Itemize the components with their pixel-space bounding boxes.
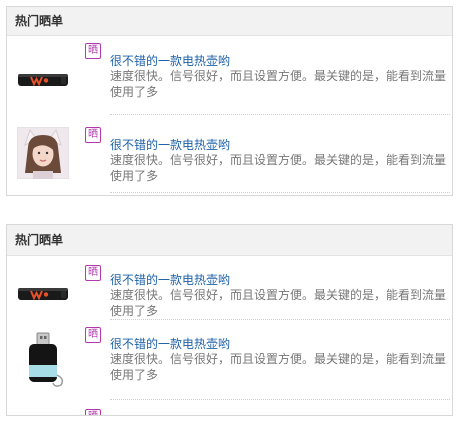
item-divider <box>110 192 450 193</box>
item-description: 速度很快。信号很好，而且设置方便。最关键的是，能看到流量使用了多 <box>110 352 447 382</box>
panel-title: 热门晒单 <box>7 225 452 256</box>
item-title-link[interactable]: 很不错的一款电热壶哟 <box>110 52 230 69</box>
list-item[interactable]: 晒 很不错的一款电热壶哟 速度很快。信号很好，而且设置方便。最关键的是，能看到流… <box>15 37 450 121</box>
usb-dongle-image <box>29 332 64 387</box>
showcase-badge: 晒 <box>85 265 101 281</box>
item-description: 速度很快。信号很好，而且设置方便。最关键的是，能看到流量使用了多 <box>110 153 447 183</box>
item-divider <box>110 319 450 320</box>
item-title-link[interactable]: 很不错的一款电热壶哟 <box>110 335 230 352</box>
item-title-link[interactable]: 很不错的一款电热壶哟 <box>110 136 230 153</box>
product-thumbnail-avatar[interactable] <box>16 126 70 180</box>
list-item[interactable]: 晒 很不错的一款电热壶哟 速度很快。信号很好，而且设置方便。最关键的是，能看到流… <box>15 321 450 405</box>
item-description: 速度很快。信号很好，而且设置方便。最关键的是，能看到流量使用了多 <box>110 69 447 99</box>
showcase-badge: 晒 <box>85 409 101 415</box>
list-item[interactable]: 晒 很不错的一款电热壶哟 速度很快。信号很好，而且设置方便。最关键的是，能看到流… <box>15 121 450 195</box>
panel-title: 热门晒单 <box>7 7 452 36</box>
item-description: 速度很快。信号很好，而且设置方便。最关键的是，能看到流量使用了多 <box>110 288 447 318</box>
hot-showcase-panel: 热门晒单 晒 很不错的一款电热壶哟 速度很快。信号很好，而且设置方便。最关键的是… <box>6 224 453 416</box>
product-thumbnail-usb-modem[interactable] <box>17 267 69 319</box>
list-item[interactable]: 晒 <box>15 405 444 415</box>
showcase-badge: 晒 <box>85 43 101 59</box>
item-title-link[interactable]: 很不错的一款电热壶哟 <box>110 271 230 288</box>
item-divider <box>110 399 450 400</box>
usb-modem-image <box>18 288 68 301</box>
showcase-badge: 晒 <box>85 327 101 343</box>
hot-showcase-panel: 热门晒单 晒 很不错的一款电热壶哟 速度很快。信号很好，而且设置方便。最关键的是… <box>6 6 453 196</box>
showcase-badge: 晒 <box>85 127 101 143</box>
girl-cat-ears-photo <box>16 126 70 180</box>
product-thumbnail-usb-dongle[interactable] <box>17 331 69 387</box>
product-thumbnail-usb-modem[interactable] <box>17 53 69 105</box>
item-divider <box>110 114 450 115</box>
list-item[interactable]: 晒 很不错的一款电热壶哟 速度很快。信号很好，而且设置方便。最关键的是，能看到流… <box>15 257 450 321</box>
usb-modem-image <box>18 74 68 87</box>
